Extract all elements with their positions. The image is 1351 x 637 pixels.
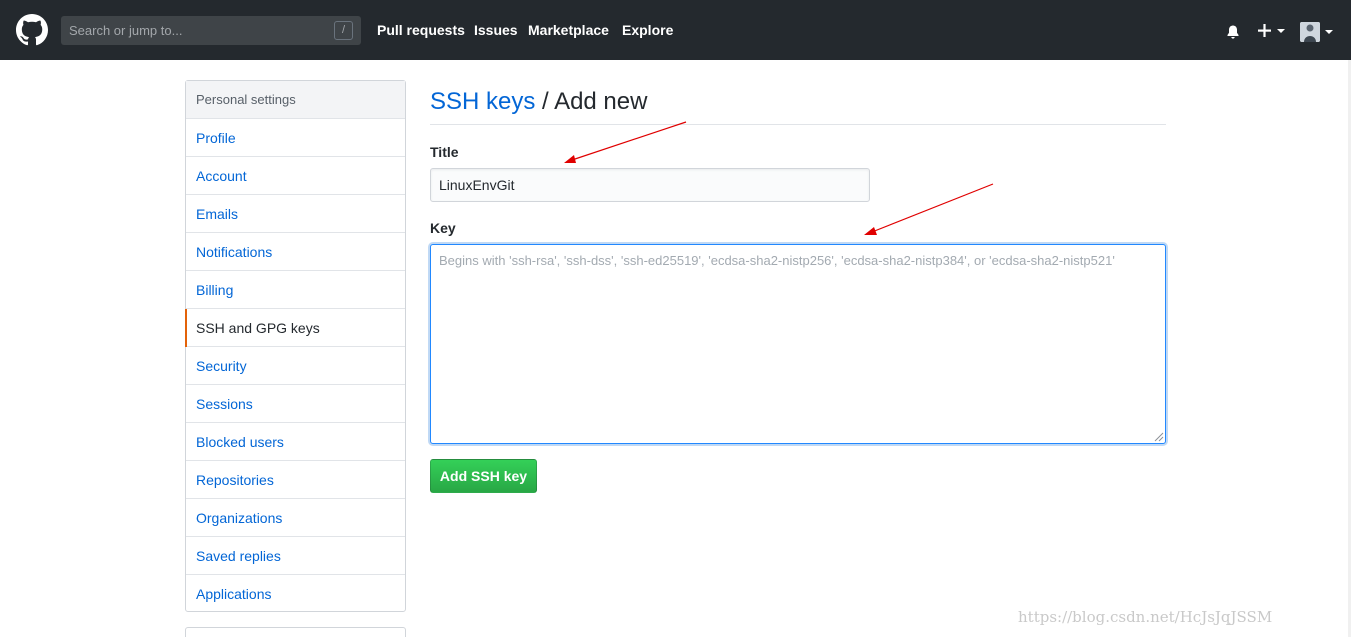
secondary-sidebar-box	[185, 627, 406, 637]
sidebar-item-sessions[interactable]: Sessions	[186, 385, 405, 423]
sidebar-item-profile[interactable]: Profile	[186, 119, 405, 157]
sidebar-item-security[interactable]: Security	[186, 347, 405, 385]
search-placeholder: Search or jump to...	[69, 23, 183, 38]
annotation-arrow-title	[564, 121, 687, 163]
top-header: Search or jump to... / Pull requests Iss…	[0, 0, 1351, 60]
nav-explore[interactable]: Explore	[622, 22, 673, 38]
chevron-down-icon[interactable]	[1325, 30, 1333, 34]
plus-icon[interactable]	[1257, 22, 1287, 40]
key-label: Key	[430, 220, 456, 236]
sidebar-item-saved-replies[interactable]: Saved replies	[186, 537, 405, 575]
annotation-arrow-key	[864, 183, 994, 235]
sidebar-item-blocked-users[interactable]: Blocked users	[186, 423, 405, 461]
breadcrumb-ssh-keys-link[interactable]: SSH keys	[430, 88, 535, 115]
page-title: SSH keys / Add new	[430, 88, 647, 116]
title-field[interactable]	[430, 168, 870, 202]
sidebar-item-ssh-gpg-keys[interactable]: SSH and GPG keys	[185, 309, 405, 347]
sidebar-heading: Personal settings	[186, 81, 405, 119]
nav-pull-requests[interactable]: Pull requests	[377, 22, 465, 38]
settings-sidebar: Personal settings Profile Account Emails…	[185, 80, 406, 612]
key-textarea[interactable]	[430, 244, 1166, 444]
sidebar-item-applications[interactable]: Applications	[186, 575, 405, 613]
resize-handle-icon[interactable]	[1152, 430, 1164, 442]
github-mark-icon[interactable]	[16, 14, 48, 46]
nav-marketplace[interactable]: Marketplace	[528, 22, 609, 38]
sidebar-item-notifications[interactable]: Notifications	[186, 233, 405, 271]
nav-issues[interactable]: Issues	[474, 22, 518, 38]
search-shortcut-key: /	[334, 21, 353, 40]
sidebar-item-repositories[interactable]: Repositories	[186, 461, 405, 499]
bell-icon[interactable]	[1225, 24, 1241, 40]
page-title-text: Add new	[554, 88, 648, 115]
title-label: Title	[430, 144, 459, 160]
avatar[interactable]	[1300, 22, 1320, 42]
sidebar-item-billing[interactable]: Billing	[186, 271, 405, 309]
breadcrumb-separator: /	[535, 88, 555, 115]
sidebar-item-emails[interactable]: Emails	[186, 195, 405, 233]
title-divider	[430, 124, 1166, 125]
sidebar-item-organizations[interactable]: Organizations	[186, 499, 405, 537]
search-input[interactable]: Search or jump to... /	[61, 16, 361, 45]
watermark-text: https://blog.csdn.net/HcJsJqJSSM	[1018, 608, 1273, 626]
add-ssh-key-button[interactable]: Add SSH key	[430, 459, 537, 493]
sidebar-item-account[interactable]: Account	[186, 157, 405, 195]
